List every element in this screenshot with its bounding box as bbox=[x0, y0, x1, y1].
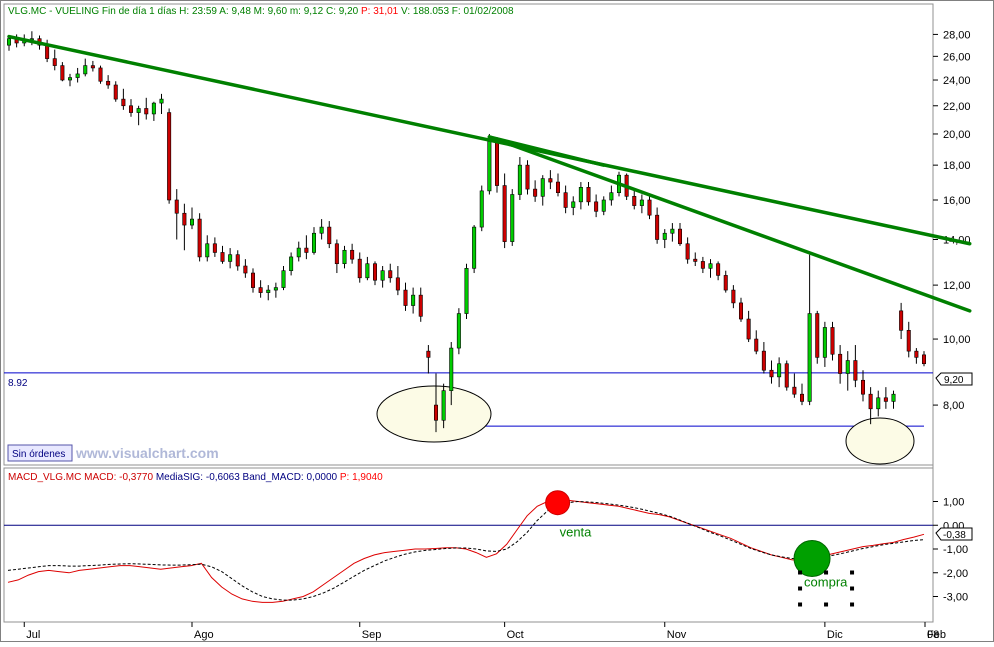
time-tick-label: Sep bbox=[362, 629, 382, 641]
macd-header: MACD_VLG.MC MACD: -0,3770 MediaSIG: -0,6… bbox=[8, 472, 383, 483]
price-tick-label: 28,00 bbox=[943, 29, 971, 41]
support-level-label: 8.92 bbox=[8, 378, 28, 389]
price-tick-label: 12,00 bbox=[943, 280, 971, 292]
macd-tick-label: -2,00 bbox=[943, 568, 968, 580]
time-tick-label: Feb bbox=[927, 629, 946, 641]
selection-handle[interactable] bbox=[798, 586, 803, 591]
candle bbox=[98, 65, 103, 84]
price-tick-label: 8,00 bbox=[943, 400, 964, 412]
price-tick-label: 16,00 bbox=[943, 195, 971, 207]
macd-header-field: MACD: -0,3770 bbox=[81, 472, 153, 483]
buy-signal-label: compra bbox=[804, 575, 848, 590]
macd-tick-label: -3,00 bbox=[943, 592, 968, 604]
macd-tick-label: -1,00 bbox=[943, 544, 968, 556]
candle bbox=[197, 213, 202, 262]
macd-plot-area bbox=[3, 467, 934, 623]
time-tick-label: Ago bbox=[194, 629, 214, 641]
selection-handle[interactable] bbox=[850, 602, 855, 607]
svg-text:-0,38: -0,38 bbox=[943, 530, 966, 541]
macd-header-field: MACD_VLG.MC bbox=[8, 472, 81, 483]
svg-text:Sin órdenes[interactable]: Sin órdenes bbox=[12, 449, 65, 460]
candle bbox=[510, 189, 515, 246]
sell-signal-marker bbox=[545, 490, 571, 516]
time-tick-label: Nov bbox=[667, 629, 687, 641]
svg-text:9,20: 9,20 bbox=[944, 375, 964, 386]
time-tick-label: Oct bbox=[507, 629, 524, 641]
chart-canvas: VLG.MC - VUELING Fin de día 1 días H: 23… bbox=[0, 0, 994, 642]
header-field: M: 9,60 bbox=[251, 6, 288, 17]
header-field: VLG.MC - VUELING Fin de día 1 días H: 23… bbox=[8, 6, 217, 17]
candle bbox=[456, 308, 461, 355]
price-tick-label: 20,00 bbox=[943, 129, 971, 141]
macd-header-field: MediaSIG: -0,6063 bbox=[153, 472, 240, 483]
selection-handle[interactable] bbox=[824, 602, 829, 607]
candle bbox=[472, 225, 477, 274]
price-tick-label: 24,00 bbox=[943, 75, 971, 87]
candle bbox=[784, 360, 789, 391]
selection-handle[interactable] bbox=[850, 586, 855, 591]
macd-header-field: Band_MACD: 0,0000 bbox=[240, 472, 338, 483]
candle bbox=[464, 263, 469, 320]
last-price-badge: 9,20 bbox=[935, 372, 973, 386]
selection-handle[interactable] bbox=[798, 570, 803, 575]
no-orders-button[interactable]: Sin órdenes bbox=[7, 444, 73, 462]
macd-last-badge: -0,38 bbox=[935, 527, 973, 541]
price-tick-label: 18,00 bbox=[943, 160, 971, 172]
price-tick-label: 22,00 bbox=[943, 101, 971, 113]
macd-header-field: P: 1,9040 bbox=[337, 472, 383, 483]
header-field: P: 31,01 bbox=[358, 6, 398, 17]
time-tick-label: Jul bbox=[26, 629, 40, 641]
watermark-text: www.visualchart.com bbox=[75, 445, 219, 461]
header-field: V: 188.053 bbox=[398, 6, 449, 17]
candle bbox=[167, 108, 172, 204]
sell-signal-label: venta bbox=[560, 525, 593, 540]
selection-handle[interactable] bbox=[798, 602, 803, 607]
selection-handle[interactable] bbox=[824, 570, 829, 575]
chart-window: VLG.MC - VUELING Fin de día 1 días H: 23… bbox=[0, 0, 994, 642]
header-field: A: 9,48 bbox=[217, 6, 251, 17]
candle bbox=[815, 310, 820, 364]
price-tick-label: 10,00 bbox=[943, 334, 971, 346]
candle bbox=[487, 133, 492, 195]
header-field: C: 9,20 bbox=[323, 6, 358, 17]
candle bbox=[525, 160, 530, 195]
candle bbox=[479, 185, 484, 232]
time-tick-label: Dic bbox=[827, 629, 843, 641]
header-field: m: 9,12 bbox=[287, 6, 324, 17]
header-field: F: 01/02/2008 bbox=[449, 6, 514, 17]
price-header: VLG.MC - VUELING Fin de día 1 días H: 23… bbox=[8, 6, 514, 17]
macd-tick-label: 1,00 bbox=[943, 497, 964, 509]
january-bottom-ellipse bbox=[845, 417, 915, 465]
candle bbox=[494, 136, 499, 193]
price-tick-label: 26,00 bbox=[943, 51, 971, 63]
selection-handle[interactable] bbox=[850, 570, 855, 575]
